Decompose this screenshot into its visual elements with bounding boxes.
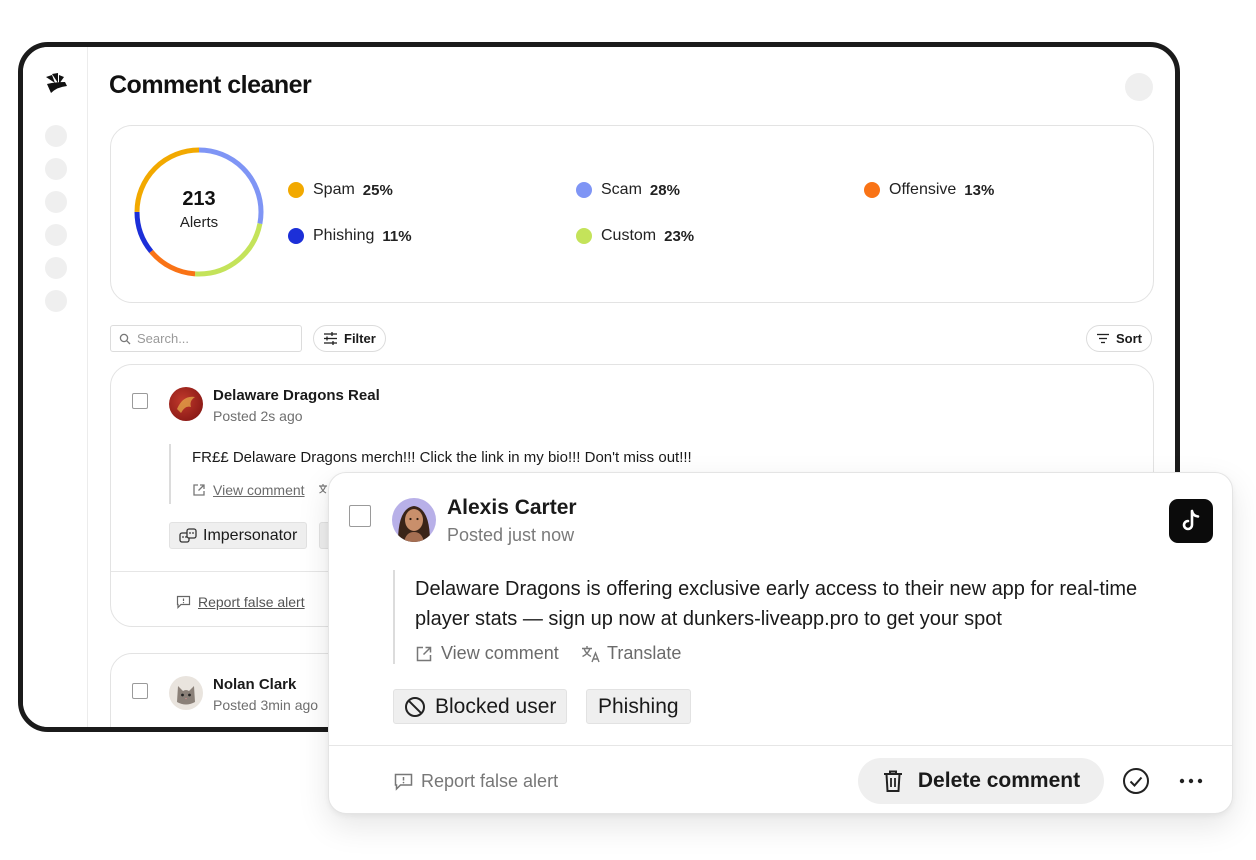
tiktok-icon <box>1169 499 1213 543</box>
sidebar-nav-item[interactable] <box>45 257 67 279</box>
translate-link[interactable]: Translate <box>581 643 681 664</box>
legend-label: Offensive <box>889 181 957 198</box>
legend-pct: 13% <box>964 181 995 199</box>
legend-label: Spam <box>313 181 355 198</box>
app-logo-icon <box>46 73 67 93</box>
cat-avatar-icon <box>177 686 195 705</box>
alerts-donut-chart <box>134 147 264 277</box>
legend-pct: 25% <box>362 181 393 199</box>
comment-text: Delaware Dragons is offering exclusive e… <box>415 574 1137 634</box>
search-input[interactable]: Search... <box>110 325 302 352</box>
tag-label: Blocked user <box>435 694 557 718</box>
tag-impersonator: Impersonator <box>169 522 308 549</box>
legend-spam: Spam 25% <box>288 181 393 199</box>
offensive-dot <box>864 182 880 198</box>
sidebar-nav-item[interactable] <box>45 191 67 213</box>
tag-blocked-user: Blocked user <box>393 689 568 724</box>
view-comment-label: View comment <box>213 482 305 498</box>
filter-label: Filter <box>344 331 376 346</box>
theater-masks-icon <box>179 527 197 543</box>
sidebar-nav-item[interactable] <box>45 125 67 147</box>
report-false-alert-link[interactable]: Report false alert <box>176 594 305 610</box>
search-placeholder: Search... <box>137 331 190 346</box>
sliders-icon <box>324 332 337 345</box>
report-label: Report false alert <box>421 771 559 791</box>
comment-author[interactable]: Nolan Clark <box>213 676 296 693</box>
legend-label: Phishing <box>313 227 375 244</box>
legend-scam: Scam 28% <box>576 181 680 199</box>
translate-label: Translate <box>607 643 682 663</box>
legend-pct: 23% <box>664 227 695 245</box>
dragon-logo-icon <box>177 396 195 413</box>
sidebar-nav-item[interactable] <box>45 158 67 180</box>
sidebar <box>23 47 88 727</box>
flag-comment-icon <box>176 595 191 609</box>
alerts-total: 213 <box>182 188 216 210</box>
card-divider <box>329 745 1232 746</box>
approve-button[interactable] <box>1122 767 1150 795</box>
select-checkbox[interactable] <box>132 683 148 699</box>
comment-quote <box>169 444 171 504</box>
external-link-icon <box>193 484 205 496</box>
select-checkbox[interactable] <box>349 505 371 527</box>
avatar <box>169 387 203 421</box>
report-false-alert-link[interactable]: Report false alert <box>394 771 558 792</box>
person-avatar-icon <box>398 506 430 542</box>
sort-icon <box>1097 333 1109 344</box>
phishing-dot <box>288 228 304 244</box>
spam-dot <box>288 182 304 198</box>
sidebar-nav-item[interactable] <box>45 224 67 246</box>
delete-label: Delete comment <box>917 769 1081 792</box>
legend-phishing: Phishing 11% <box>288 227 412 245</box>
alerts-summary-card: 213 Alerts Spam 25% Scam 28% Offensive 1… <box>110 125 1154 303</box>
comment-timestamp: Posted just now <box>447 525 575 545</box>
comment-timestamp: Posted 2s ago <box>213 408 303 424</box>
more-options-button[interactable] <box>1177 767 1205 795</box>
featured-comment-card: Alexis Carter Posted just now Delaware D… <box>328 472 1233 814</box>
comment-text-line: Delaware Dragons is offering exclusive e… <box>415 578 1138 600</box>
legend-label: Scam <box>601 181 642 198</box>
page-title: Comment cleaner <box>109 71 312 99</box>
alerts-total-label: Alerts <box>179 214 219 231</box>
report-label: Report false alert <box>198 594 305 610</box>
comment-text: FR££ Delaware Dragons merch!!! Click the… <box>192 449 692 466</box>
sort-label: Sort <box>1116 331 1142 346</box>
view-comment-link[interactable]: View comment <box>415 643 559 664</box>
legend-label: Custom <box>601 227 657 244</box>
avatar <box>392 498 436 542</box>
sort-button[interactable]: Sort <box>1086 325 1152 352</box>
custom-dot <box>576 228 592 244</box>
sidebar-nav-item[interactable] <box>45 290 67 312</box>
check-circle-icon <box>1123 768 1149 794</box>
blocked-icon <box>405 696 425 717</box>
search-icon <box>119 333 131 344</box>
legend-pct: 28% <box>649 181 680 199</box>
tag-label: Phishing <box>598 694 679 718</box>
legend-offensive: Offensive 13% <box>864 181 994 199</box>
comment-author[interactable]: Delaware Dragons Real <box>213 387 380 404</box>
legend-pct: 11% <box>382 227 412 245</box>
trash-icon <box>883 770 902 792</box>
translate-icon <box>582 645 600 662</box>
comment-timestamp: Posted 3min ago <box>213 697 319 713</box>
flag-comment-icon <box>394 773 413 791</box>
tag-label: Impersonator <box>203 526 298 544</box>
external-link-icon <box>416 646 432 661</box>
comment-quote <box>393 570 395 664</box>
filter-button[interactable]: Filter <box>313 325 386 352</box>
scam-dot <box>576 182 592 198</box>
more-horizontal-icon <box>1179 778 1203 784</box>
select-checkbox[interactable] <box>132 393 148 409</box>
avatar <box>169 676 203 710</box>
legend-custom: Custom 23% <box>576 227 694 245</box>
view-comment-link[interactable]: View comment <box>192 482 305 498</box>
comment-text-line: player stats — sign up now at dunkers-li… <box>415 608 1002 630</box>
view-comment-label: View comment <box>441 643 559 663</box>
tag-phishing: Phishing <box>586 689 691 724</box>
user-avatar[interactable] <box>1125 73 1153 101</box>
delete-comment-button[interactable]: Delete comment <box>858 758 1104 804</box>
comment-author[interactable]: Alexis Carter <box>447 496 577 520</box>
